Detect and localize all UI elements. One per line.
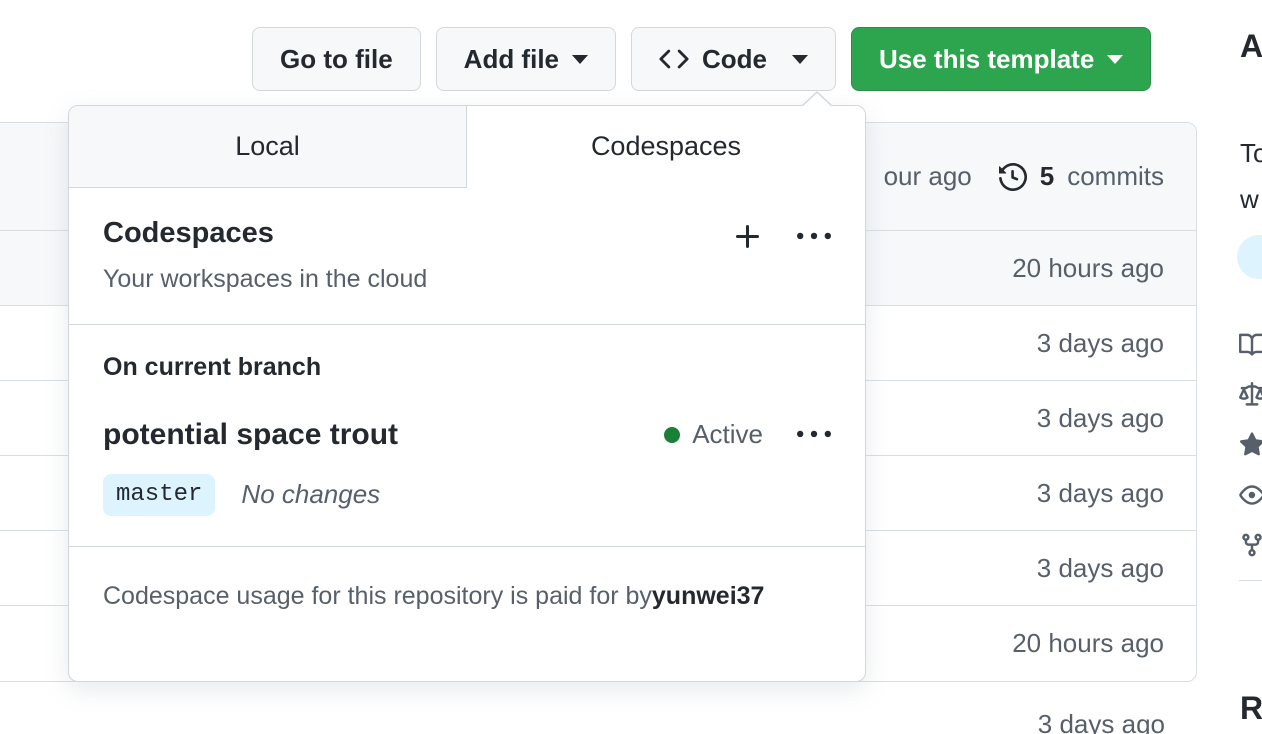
sidebar-link-stars[interactable] (1239, 420, 1262, 470)
go-to-file-button[interactable]: Go to file (252, 27, 421, 91)
sidebar-divider (1239, 580, 1262, 581)
row-time: 20 hours ago (1012, 252, 1164, 283)
plus-icon (732, 221, 764, 253)
branch-chip: master (103, 473, 216, 516)
dropdown-caret (802, 93, 832, 107)
sidebar-link-license[interactable] (1239, 370, 1262, 420)
row-time: 3 days ago (1036, 327, 1164, 358)
codespace-usage-owner: yunwei37 (651, 582, 765, 611)
on-current-branch-label: On current branch (103, 352, 322, 381)
tab-local-label: Local (235, 131, 300, 161)
code-panel-tablist: Local Codespaces (69, 106, 865, 188)
codespaces-title: Codespaces (103, 217, 274, 249)
sidebar-link-readme[interactable] (1239, 320, 1262, 370)
status-label: Active (692, 419, 763, 450)
tab-local[interactable]: Local (69, 106, 467, 188)
kebab-horizontal-icon (797, 220, 831, 254)
codespace-item-right: Active (664, 418, 831, 452)
sidebar-links (1239, 320, 1262, 570)
row-time: 20 hours ago (1012, 628, 1164, 658)
file-table-header-meta: our ago 5 commits (884, 161, 1164, 192)
sidebar-link-watchers[interactable] (1239, 470, 1262, 520)
commits-count: 5 (1039, 161, 1055, 191)
commits-label: commits (1067, 161, 1164, 191)
star-icon (1239, 432, 1262, 458)
row-time: 3 days ago (1036, 402, 1164, 433)
chevron-down-icon (792, 54, 809, 64)
add-file-button-label: Add file (463, 44, 560, 74)
row-commit-message: init commit (0, 709, 1038, 734)
about-heading: A (1240, 28, 1262, 64)
codespace-changes: No changes (241, 479, 381, 510)
code-button-label: Code (702, 44, 768, 74)
go-to-file-button-label: Go to file (280, 44, 393, 74)
table-row-overflow[interactable]: init commit 3 days ago (0, 694, 1197, 734)
tab-codespaces[interactable]: Codespaces (467, 106, 865, 188)
use-this-template-button[interactable]: Use this template (851, 27, 1152, 91)
codespace-meta: master No changes (103, 473, 831, 516)
codespaces-header-actions (732, 220, 831, 254)
codespace-usage-footer: Codespace usage for this repository is p… (69, 547, 865, 647)
kebab-horizontal-icon (797, 418, 831, 452)
codespaces-subtitle: Your workspaces in the cloud (103, 264, 428, 293)
commits-link[interactable]: 5 commits (998, 161, 1164, 192)
codespace-item: potential space trout Active master No c… (103, 418, 831, 516)
about-description-line-1: To (1240, 138, 1262, 168)
codespace-more-options-button[interactable] (797, 418, 831, 452)
releases-heading: R (1240, 690, 1262, 726)
book-readme-icon (1239, 332, 1262, 358)
row-time: 3 days ago (1037, 708, 1165, 734)
topic-tag[interactable] (1237, 235, 1262, 279)
new-codespace-button[interactable] (732, 221, 764, 253)
codespace-item-row: potential space trout Active (103, 418, 831, 452)
code-dropdown-panel: Local Codespaces Codespaces Your workspa… (68, 91, 866, 682)
repo-forked-icon (1239, 532, 1262, 558)
code-button[interactable]: Code (631, 27, 837, 91)
chevron-down-icon (1107, 54, 1124, 64)
repo-action-bar: Go to file Add file Code Use this templa… (252, 27, 1152, 91)
row-time: 3 days ago (1036, 552, 1164, 583)
use-this-template-button-label: Use this template (879, 44, 1095, 74)
codespaces-header-text: Codespaces Your workspaces in the cloud (103, 216, 427, 294)
sidebar-link-forks[interactable] (1239, 520, 1262, 570)
eye-watch-icon (1239, 482, 1262, 508)
status-badge: Active (664, 419, 763, 450)
codespaces-header-section: Codespaces Your workspaces in the cloud (69, 188, 865, 325)
code-angle-brackets-icon (659, 44, 689, 74)
codespace-name[interactable]: potential space trout (103, 418, 398, 452)
about-description: To w (1240, 130, 1262, 222)
history-clock-icon (998, 162, 1027, 191)
current-branch-section: On current branch potential space trout … (69, 325, 865, 547)
row-time: 3 days ago (1036, 477, 1164, 508)
add-file-button[interactable]: Add file (435, 27, 617, 91)
latest-commit-time: our ago (883, 161, 972, 191)
chevron-down-icon (572, 54, 589, 64)
codespaces-more-options-button[interactable] (797, 220, 831, 254)
codespace-usage-text: Codespace usage for this repository is p… (103, 582, 652, 611)
tab-codespaces-label: Codespaces (590, 131, 742, 161)
repo-sidebar: A To w R (1237, 0, 1262, 734)
codespaces-header-row: Codespaces Your workspaces in the cloud (103, 216, 831, 294)
law-license-icon (1239, 382, 1262, 408)
status-dot-icon (664, 426, 681, 443)
about-description-line-2: w (1240, 184, 1259, 214)
